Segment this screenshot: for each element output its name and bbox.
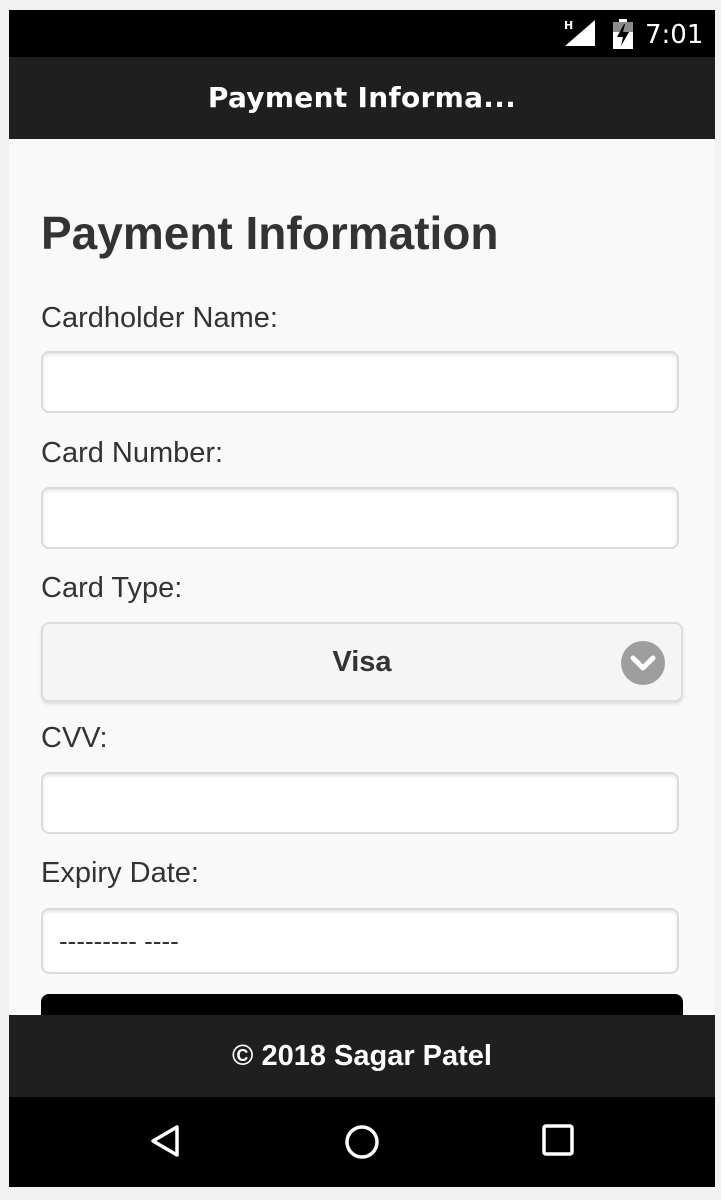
status-bar: H 7:01	[9, 10, 715, 57]
card-type-label: Card Type:	[41, 572, 183, 604]
footer-copyright: © 2018 Sagar Patel	[232, 1040, 492, 1072]
cvv-input[interactable]	[41, 772, 679, 834]
battery-charging-icon	[613, 19, 633, 49]
header-title: Payment Informa...	[207, 81, 517, 114]
footer: © 2018 Sagar Patel	[9, 1015, 715, 1097]
card-type-value: Visa	[332, 646, 392, 678]
status-clock: 7:01	[645, 20, 704, 50]
card-number-label: Card Number:	[41, 437, 224, 469]
cardholder-name-label: Cardholder Name:	[41, 302, 278, 334]
navigation-bar	[9, 1097, 715, 1187]
home-icon[interactable]	[343, 1123, 381, 1161]
app-header: Payment Informa...	[9, 57, 715, 139]
expiry-date-input[interactable]	[41, 908, 679, 974]
expiry-date-label: Expiry Date:	[41, 857, 199, 889]
card-number-input[interactable]	[41, 487, 679, 549]
recents-icon[interactable]	[541, 1123, 575, 1157]
back-icon[interactable]	[147, 1123, 183, 1159]
cvv-label: CVV:	[41, 722, 108, 754]
chevron-down-icon	[621, 641, 665, 685]
card-type-select[interactable]: Visa	[41, 622, 683, 702]
page-title: Payment Information	[41, 207, 499, 259]
cardholder-name-input[interactable]	[41, 351, 679, 413]
device-screen: H 7:01 Payment Informa... Payment Inform…	[9, 10, 715, 1187]
network-type-label: H	[564, 19, 574, 32]
